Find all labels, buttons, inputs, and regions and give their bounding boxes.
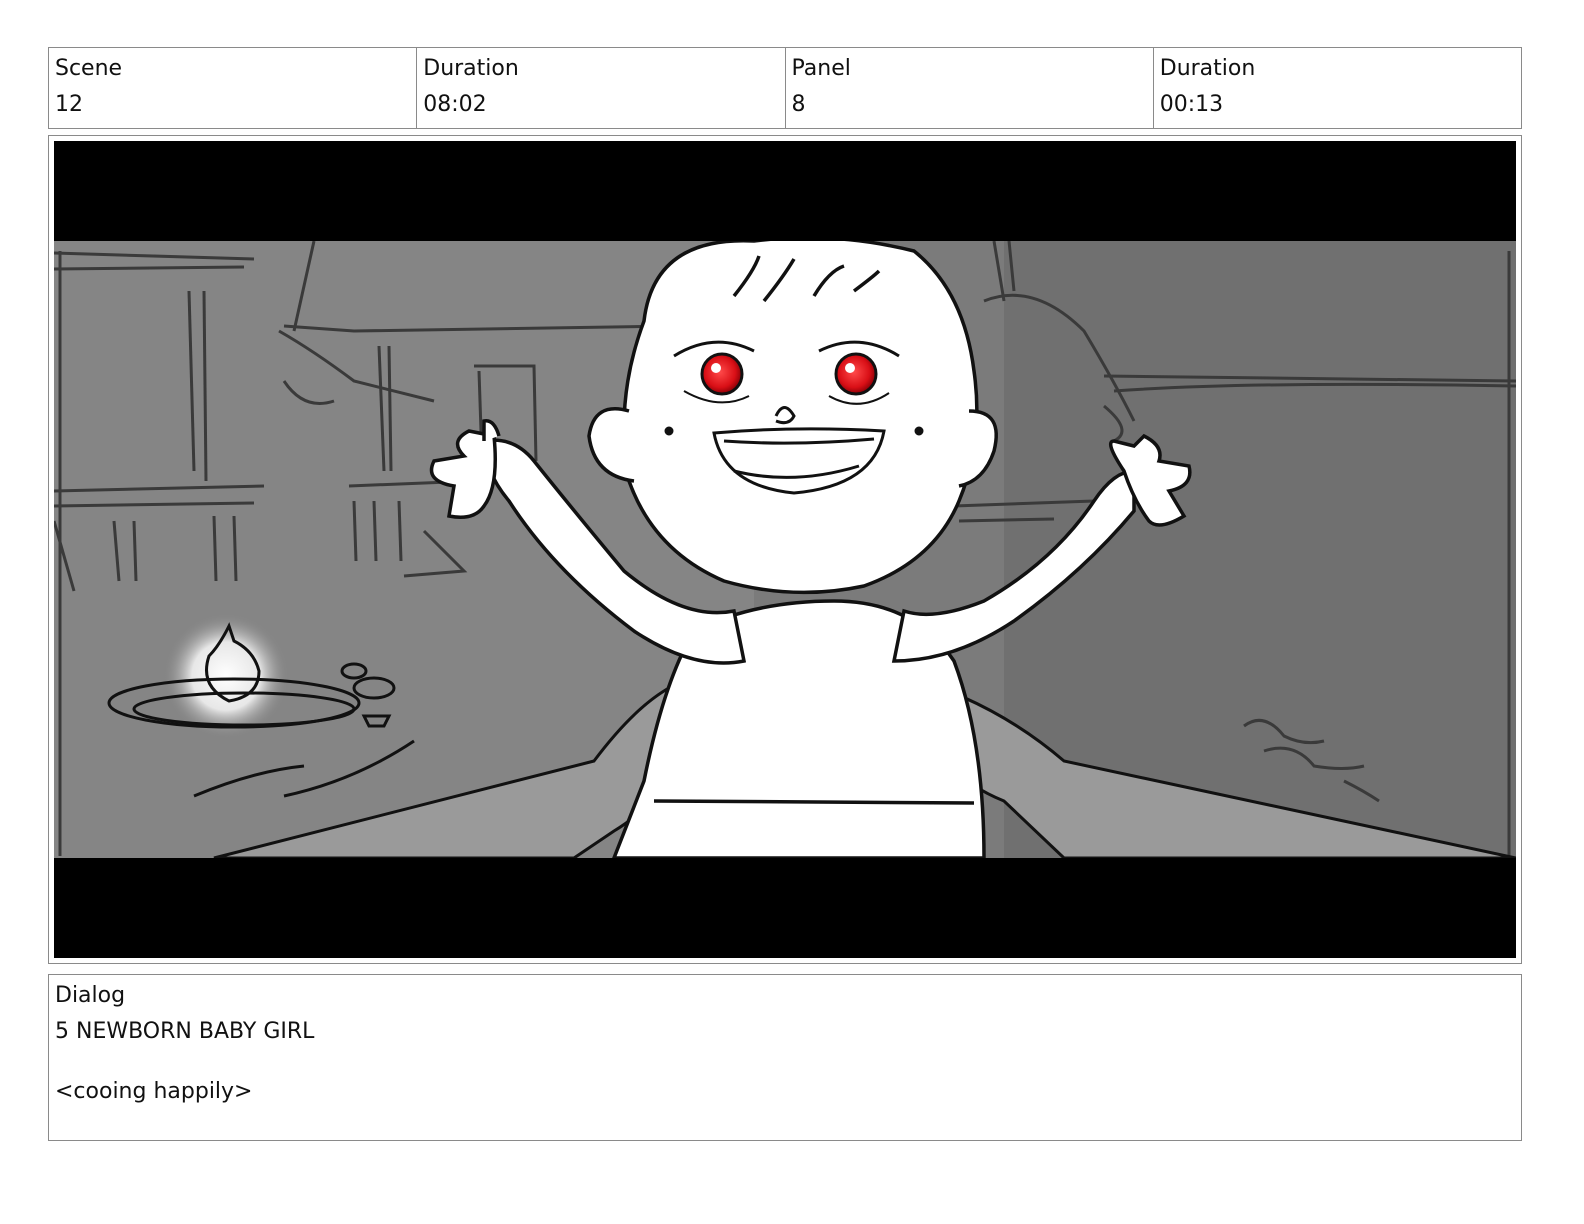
panel-label: Panel	[791, 56, 851, 81]
scene-duration-cell: Duration 08:02	[417, 48, 786, 128]
storyboard-panel-frame	[48, 135, 1522, 964]
scene-label: Scene	[55, 56, 123, 81]
scene-cell: Scene 12	[49, 48, 418, 128]
panel-duration-label: Duration	[1159, 56, 1256, 81]
panel-cell: Panel 8	[786, 48, 1154, 128]
scene-duration-label: Duration	[423, 56, 519, 81]
panel-value: 8	[791, 92, 806, 117]
panel-duration-cell: Duration 00:13	[1154, 48, 1521, 128]
panel-duration-value: 00:13	[1159, 92, 1224, 117]
letterbox-bottom	[54, 858, 1516, 958]
dialog-box: Dialog 5 NEWBORN BABY GIRL <cooing happi…	[48, 974, 1522, 1141]
dialog-line: <cooing happily>	[55, 1079, 253, 1104]
dialog-speaker: 5 NEWBORN BABY GIRL	[55, 1019, 315, 1044]
panel-header: Scene 12 Duration 08:02 Panel 8 Duration…	[48, 47, 1522, 129]
letterbox-top	[54, 141, 1516, 241]
scene-value: 12	[55, 92, 83, 117]
storyboard-sketch-icon	[54, 141, 1516, 958]
scene-duration-value: 08:02	[423, 92, 487, 117]
dialog-label: Dialog	[55, 983, 126, 1008]
